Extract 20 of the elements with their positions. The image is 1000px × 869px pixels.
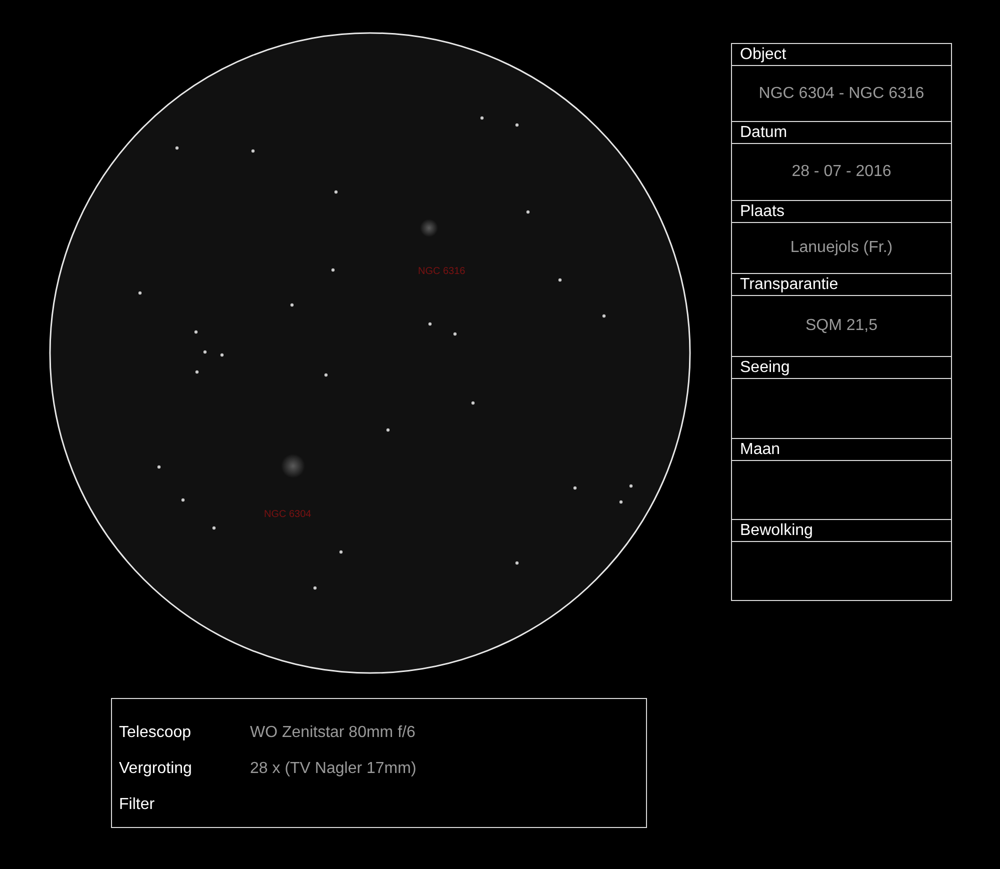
log-field-value: NGC 6304 - NGC 6316 bbox=[758, 84, 924, 102]
equipment-value: 28 x (TV Nagler 17mm) bbox=[250, 760, 416, 778]
equipment-label: Vergroting bbox=[118, 760, 193, 778]
log-field-label: Transparantie bbox=[740, 276, 838, 293]
log-field-label: Seeing bbox=[740, 359, 790, 376]
object-label: NGC 6316 bbox=[418, 266, 466, 277]
log-field-label: Plaats bbox=[740, 203, 784, 220]
log-field-label: Bewolking bbox=[740, 522, 813, 539]
nebula-glow bbox=[420, 219, 438, 237]
log-field-label: Maan bbox=[740, 441, 780, 458]
log-field-value: 28 - 07 - 2016 bbox=[792, 163, 892, 181]
log-field-label: Object bbox=[740, 46, 786, 63]
equipment-value: WO Zenitstar 80mm f/6 bbox=[250, 724, 416, 742]
object-label: NGC 6304 bbox=[264, 509, 312, 520]
nebula-glow bbox=[281, 454, 305, 478]
equipment-label: Telescoop bbox=[118, 724, 192, 742]
equipment-label: Filter bbox=[118, 796, 156, 814]
log-field-value: Lanuejols (Fr.) bbox=[790, 239, 893, 257]
log-field-value: SQM 21,5 bbox=[805, 317, 878, 335]
log-field-label: Datum bbox=[740, 124, 788, 141]
